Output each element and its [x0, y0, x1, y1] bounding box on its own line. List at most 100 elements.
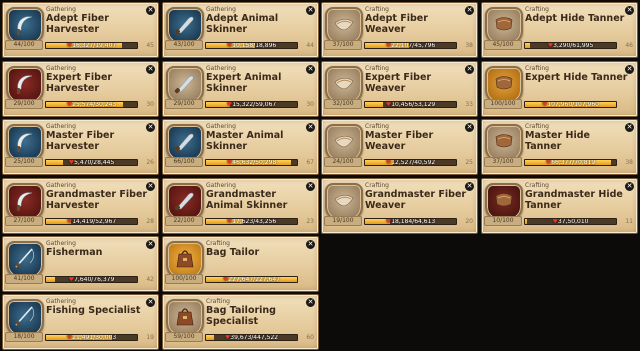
spec-title: Grandmaster Animal Skinner — [206, 189, 288, 211]
close-icon[interactable]: ✕ — [145, 64, 156, 75]
xp-value: 25,574/30,243 — [72, 101, 117, 108]
spec-card[interactable]: Gathering Master Fiber Harvester ✕ 25/10… — [2, 119, 159, 175]
xp-value: 227,647/227,647 — [228, 276, 281, 283]
spec-card[interactable]: Gathering Expert Fiber Harvester ✕ 29/10… — [2, 61, 159, 117]
spec-card[interactable]: Crafting Grandmaster Fiber Weaver ✕ 19/1… — [321, 178, 478, 234]
close-icon[interactable]: ✕ — [305, 239, 316, 250]
xp-text: ♥7,640/76,379 — [46, 277, 137, 282]
close-icon[interactable]: ✕ — [305, 64, 316, 75]
spec-level: 27/100 — [5, 216, 43, 226]
cloth-icon — [331, 11, 357, 41]
spec-category: Crafting — [365, 123, 389, 130]
close-icon[interactable]: ✕ — [624, 181, 635, 192]
fishing-rod-icon — [12, 245, 38, 275]
spec-card[interactable]: Crafting Grandmaster Hide Tanner ✕ 10/10… — [481, 178, 638, 234]
spec-level: 25/100 — [5, 157, 43, 167]
spec-level: 59/100 — [165, 332, 203, 342]
close-icon[interactable]: ✕ — [305, 297, 316, 308]
spec-category: Gathering — [206, 65, 236, 72]
xp-progress-bar: ♥10,158/18,896 — [205, 42, 298, 49]
spec-card[interactable]: Crafting Adept Fiber Weaver ✕ 37/100 ♥22… — [321, 2, 478, 58]
close-icon[interactable]: ✕ — [145, 5, 156, 16]
spec-card[interactable]: Gathering Fishing Specialist ✕ 18/100 ♥2… — [2, 294, 159, 350]
spec-category: Crafting — [525, 6, 549, 13]
xp-text: ♥17,623/43,256 — [206, 218, 297, 225]
next-level: 67 — [306, 159, 314, 166]
spec-title: Grandmaster Fiber Weaver — [365, 189, 467, 211]
xp-value: 14,419/52,967 — [72, 218, 117, 225]
xp-text: ♥14,419/52,967 — [46, 218, 137, 225]
spec-title: Bag Tailor — [206, 247, 260, 258]
spec-level: 45/100 — [484, 40, 522, 50]
spec-title: Expert Fiber Weaver — [365, 72, 432, 94]
xp-progress-bar: ♥14,419/52,967 — [45, 218, 138, 225]
skinning-knife-icon — [172, 187, 198, 217]
spec-card[interactable]: Crafting Bag Tailoring Specialist ✕ 59/1… — [162, 294, 319, 350]
spec-level: 29/100 — [5, 99, 43, 109]
spec-category: Crafting — [525, 65, 549, 72]
close-icon[interactable]: ✕ — [464, 64, 475, 75]
spec-card[interactable]: Gathering Grandmaster Animal Skinner ✕ 2… — [162, 178, 319, 234]
close-icon[interactable]: ✕ — [305, 122, 316, 133]
xp-text: ♥39,673/447,522 — [206, 335, 297, 340]
close-icon[interactable]: ✕ — [305, 181, 316, 192]
xp-text: ♥25,574/30,243 — [46, 101, 137, 108]
close-icon[interactable]: ✕ — [464, 5, 475, 16]
next-level: 25 — [465, 159, 473, 166]
xp-text: ♥227,647/227,647 — [206, 276, 297, 283]
fishing-rod-icon — [12, 303, 38, 333]
close-icon[interactable]: ✕ — [464, 181, 475, 192]
xp-progress-bar: ♥227,647/227,647 — [205, 276, 298, 283]
spec-card[interactable]: Crafting Bag Tailor ✕ 100/100 ♥227,647/2… — [162, 236, 319, 292]
spec-level: 37/100 — [324, 40, 362, 50]
spec-category: Crafting — [365, 65, 389, 72]
close-icon[interactable]: ✕ — [305, 5, 316, 16]
xp-value: 46,632/50,298 — [232, 159, 277, 166]
close-icon[interactable]: ✕ — [145, 297, 156, 308]
spec-card[interactable]: Gathering Expert Animal Skinner ✕ 29/100… — [162, 61, 319, 117]
spec-card[interactable]: Gathering Grandmaster Fiber Harvester ✕ … — [2, 178, 159, 234]
spec-card[interactable]: Crafting Master Hide Tanner ✕ 37/100 ♥66… — [481, 119, 638, 175]
close-icon[interactable]: ✕ — [624, 122, 635, 133]
xp-value: 37,50,010 — [557, 218, 589, 225]
bag-icon — [172, 245, 198, 275]
spec-card[interactable]: Crafting Expert Hide Tanner ✕ 100/100 ♥1… — [481, 61, 638, 117]
leather-icon — [491, 70, 517, 100]
xp-text: ♥5,470/28,445 — [46, 159, 137, 166]
xp-text: ♥66,377/70,819 — [525, 160, 616, 165]
spec-card[interactable]: Gathering Adept Animal Skinner ✕ 43/100 … — [162, 2, 319, 58]
spec-card[interactable]: Crafting Expert Fiber Weaver ✕ 32/100 ♥1… — [321, 61, 478, 117]
spec-category: Gathering — [206, 182, 236, 189]
spec-title: Adept Hide Tanner — [525, 13, 625, 24]
sickle-icon — [12, 187, 38, 217]
spec-card[interactable]: Crafting Master Fiber Weaver ✕ 24/100 ♥1… — [321, 119, 478, 175]
next-level: 44 — [306, 42, 314, 49]
close-icon[interactable]: ✕ — [145, 181, 156, 192]
cloth-icon — [331, 187, 357, 217]
xp-value: 5,470/28,445 — [74, 159, 115, 166]
spec-card[interactable]: Gathering Fisherman ✕ 41/100 ♥7,640/76,3… — [2, 236, 159, 292]
spec-level: 100/100 — [165, 274, 203, 284]
spec-title: Adept Fiber Weaver — [365, 13, 428, 35]
close-icon[interactable]: ✕ — [464, 122, 475, 133]
xp-progress-bar: ♥25,574/30,243 — [45, 101, 138, 108]
xp-value: 17,623/43,256 — [232, 218, 277, 225]
spec-card[interactable]: Gathering Master Animal Skinner ✕ 66/100… — [162, 119, 319, 175]
close-icon[interactable]: ✕ — [624, 64, 635, 75]
xp-progress-bar: ♥12,527/40,592 — [364, 159, 457, 166]
spec-level: 43/100 — [165, 40, 203, 50]
spec-level: 41/100 — [5, 274, 43, 284]
xp-progress-bar: ♥107,960/107,960 — [524, 101, 617, 108]
close-icon[interactable]: ✕ — [145, 122, 156, 133]
next-level: 33 — [465, 101, 473, 108]
next-level: 30 — [146, 101, 154, 108]
xp-progress-bar: ♥7,640/76,379 — [45, 276, 138, 283]
next-level: 60 — [306, 334, 314, 341]
xp-progress-bar: ♥37,50,010 — [524, 218, 617, 225]
close-icon[interactable]: ✕ — [624, 5, 635, 16]
next-level: 42 — [146, 276, 154, 283]
skinning-knife-icon — [172, 70, 198, 100]
spec-card[interactable]: Gathering Adept Fiber Harvester ✕ 44/100… — [2, 2, 159, 58]
close-icon[interactable]: ✕ — [145, 239, 156, 250]
spec-card[interactable]: Crafting Adept Hide Tanner ✕ 45/100 ♥3,2… — [481, 2, 638, 58]
